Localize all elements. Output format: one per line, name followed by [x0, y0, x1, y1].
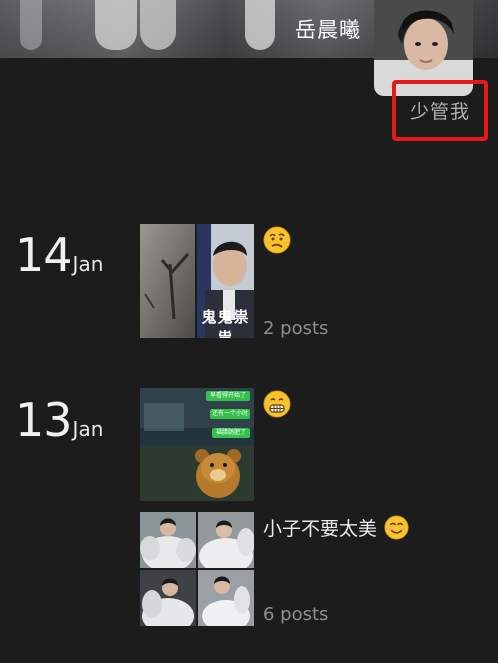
post-thumbnail[interactable]: [140, 570, 196, 626]
bio-highlight-box[interactable]: 少管我: [392, 80, 488, 141]
feather-outfit-image: [198, 570, 254, 626]
date-month: Jan: [72, 252, 104, 276]
post-thumbnail[interactable]: [140, 512, 196, 568]
bear-chat-image: [140, 388, 254, 501]
posts-count: 2 posts: [263, 318, 329, 339]
post-caption-text: 小子不要太美: [263, 518, 378, 540]
date-label: 13 Jan: [15, 393, 103, 447]
posts-count: 6 posts: [263, 604, 329, 625]
feather-outfit-image: [140, 570, 196, 626]
confused-face-icon: [263, 226, 291, 254]
chat-bubble: 还有一个小时: [211, 410, 248, 417]
chat-bubble: 福腊肠肥了: [215, 429, 246, 436]
feather-outfit-image: [198, 512, 254, 568]
sand-drawing-image: [140, 224, 195, 338]
date-day: 13: [15, 393, 73, 447]
post-thumbnail[interactable]: 早看得开始了 还有一个小时 福腊肠肥了: [140, 388, 254, 501]
post-thumbnail[interactable]: [198, 512, 254, 568]
date-day: 14: [15, 228, 73, 282]
post-caption: 小子不要太美: [263, 514, 409, 541]
profile-username: 岳晨曦: [295, 18, 361, 42]
thumbnail-caption: 鬼鬼祟祟: [201, 308, 250, 338]
post-thumbnail[interactable]: [198, 570, 254, 626]
date-month: Jan: [72, 417, 104, 441]
chat-bubble: 早看得开始了: [209, 392, 246, 399]
date-label: 14 Jan: [15, 228, 103, 282]
profile-bio: 少管我: [409, 101, 470, 123]
post-thumbnail[interactable]: [140, 224, 195, 338]
post-thumbnail[interactable]: 鬼鬼祟祟: [197, 224, 254, 338]
grimacing-face-icon: [263, 390, 291, 418]
feather-outfit-image: [140, 512, 196, 568]
smiling-face-icon: [384, 515, 409, 540]
